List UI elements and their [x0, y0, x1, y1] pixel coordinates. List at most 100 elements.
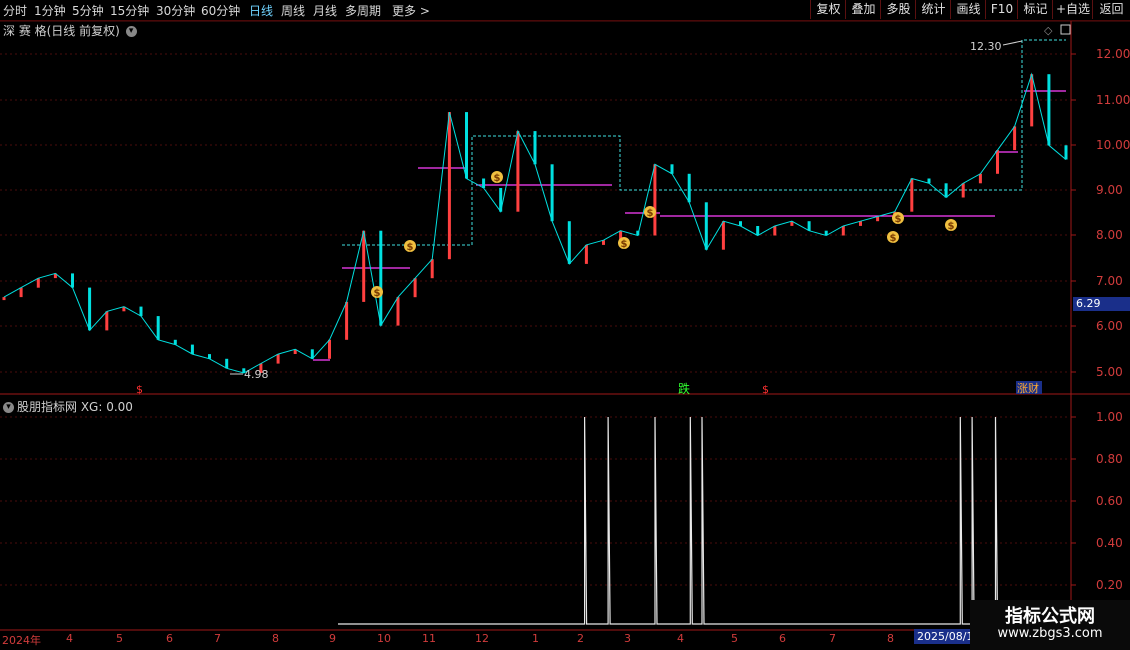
date-label: 4 — [677, 632, 684, 645]
price-candle — [88, 287, 92, 331]
price-candle — [465, 112, 468, 179]
price-candle — [996, 150, 999, 174]
price-candle — [1064, 145, 1068, 160]
price-candle — [190, 344, 194, 355]
y-tick-label: 12.00 — [1096, 47, 1130, 61]
current-price-badge: 6.29 — [1073, 297, 1130, 311]
money-bag-label: $ — [374, 288, 381, 299]
price-candle — [944, 183, 948, 198]
watermark-url: www.zbgs3.com — [997, 626, 1103, 641]
money-bag-label: $ — [948, 221, 955, 232]
money-bag-label: $ — [494, 173, 501, 184]
y-tick-label: 5.00 — [1096, 365, 1123, 379]
price-candle — [550, 164, 554, 222]
date-label: 4 — [66, 632, 73, 645]
event-marker[interactable]: $ — [762, 383, 769, 396]
watermark-title: 指标公式网 — [1005, 606, 1095, 627]
price-candle — [1030, 74, 1034, 127]
y-tick-label: 7.00 — [1096, 274, 1123, 288]
price-candle — [36, 278, 40, 288]
money-bag-icon: $ — [618, 237, 630, 250]
money-bag-label: $ — [890, 233, 897, 244]
money-bag-icon: $ — [945, 219, 957, 232]
price-candle — [687, 173, 691, 203]
money-bag-label: $ — [621, 239, 628, 250]
indicator-title-label: 股朋指标网 XG: 0.00 — [17, 400, 133, 414]
price-candle — [1047, 74, 1051, 146]
high-price-label: 12.30 — [970, 40, 1002, 53]
price-candle — [19, 287, 23, 298]
event-marker[interactable]: 涨财 — [1017, 381, 1039, 395]
price-candle — [276, 354, 280, 364]
price-candle — [413, 278, 417, 298]
money-bag-icon: $ — [404, 240, 416, 253]
price-candle — [516, 131, 520, 212]
y-tick-label: 11.00 — [1096, 93, 1130, 107]
date-label: 8 — [272, 632, 279, 645]
price-candle — [447, 112, 451, 260]
price-candle — [653, 164, 657, 236]
indicator-title: ▾ 股朋指标网 XG: 0.00 — [3, 398, 133, 415]
price-candle — [807, 221, 811, 231]
price-series-line — [3, 72, 1067, 374]
chevron-down-icon[interactable]: ▾ — [3, 402, 14, 413]
window-toggle-icon[interactable] — [1060, 24, 1071, 35]
low-price-label: 4.98 — [244, 368, 269, 381]
event-marker[interactable]: $ — [136, 383, 143, 396]
price-candle — [139, 306, 143, 317]
price-candle — [533, 131, 537, 165]
watermark: 指标公式网 www.zbgs3.com — [970, 600, 1130, 650]
indicator-y-tick: 0.40 — [1096, 536, 1123, 550]
price-candle — [670, 164, 674, 174]
date-label: 8 — [887, 632, 894, 645]
y-tick-label: 9.00 — [1096, 183, 1123, 197]
indicator-y-tick: 1.00 — [1096, 410, 1123, 424]
date-label: 1 — [532, 632, 539, 645]
price-candle — [482, 178, 486, 188]
date-label: 3 — [624, 632, 631, 645]
money-bag-icon: $ — [887, 231, 899, 244]
money-bag-icon: $ — [892, 212, 904, 225]
price-candle — [396, 297, 400, 326]
date-label: 6 — [779, 632, 786, 645]
date-label: 2 — [577, 632, 584, 645]
date-label: 5 — [116, 632, 123, 645]
price-candle — [2, 297, 6, 301]
date-label: 7 — [214, 632, 221, 645]
cursor-date-badge: 2025/08/1 — [914, 629, 975, 644]
price-candle — [773, 226, 777, 236]
event-marker[interactable]: 跌 — [678, 381, 690, 396]
date-label: 7 — [829, 632, 836, 645]
price-candle — [978, 173, 982, 184]
money-bag-label: $ — [407, 242, 414, 253]
indicator-y-tick: 0.80 — [1096, 452, 1123, 466]
date-label: 11 — [422, 632, 436, 645]
price-candle — [567, 221, 571, 264]
price-candle — [430, 259, 434, 279]
y-tick-label: 10.00 — [1096, 138, 1130, 152]
date-label: 5 — [731, 632, 738, 645]
price-candle — [345, 301, 349, 340]
price-candle — [841, 226, 845, 236]
chart-canvas: $ $ $ $ $ $ $ $ 12.30 ◇ 4.98 $ 跌 $ 涨财 — [0, 20, 1130, 631]
price-candle — [584, 244, 588, 264]
price-candle — [105, 311, 109, 331]
money-bag-label: $ — [647, 208, 654, 219]
date-label: 2024年 — [2, 634, 41, 647]
price-candle — [362, 230, 366, 302]
y-tick-label: 8.00 — [1096, 228, 1123, 242]
price-candle — [756, 226, 760, 236]
diamond-icon[interactable]: ◇ — [1044, 24, 1053, 37]
price-candle — [156, 316, 160, 340]
y-tick-label: 6.00 — [1096, 319, 1123, 333]
price-candle — [328, 339, 331, 359]
money-bag-label: $ — [895, 214, 902, 225]
price-candle — [1013, 126, 1017, 151]
price-candle — [704, 202, 708, 250]
price-candle — [71, 273, 74, 288]
indicator-y-tick: 0.60 — [1096, 494, 1123, 508]
price-candle — [721, 221, 725, 250]
money-bag-icon: $ — [491, 171, 503, 184]
price-candle — [379, 230, 383, 326]
date-label: 9 — [329, 632, 336, 645]
